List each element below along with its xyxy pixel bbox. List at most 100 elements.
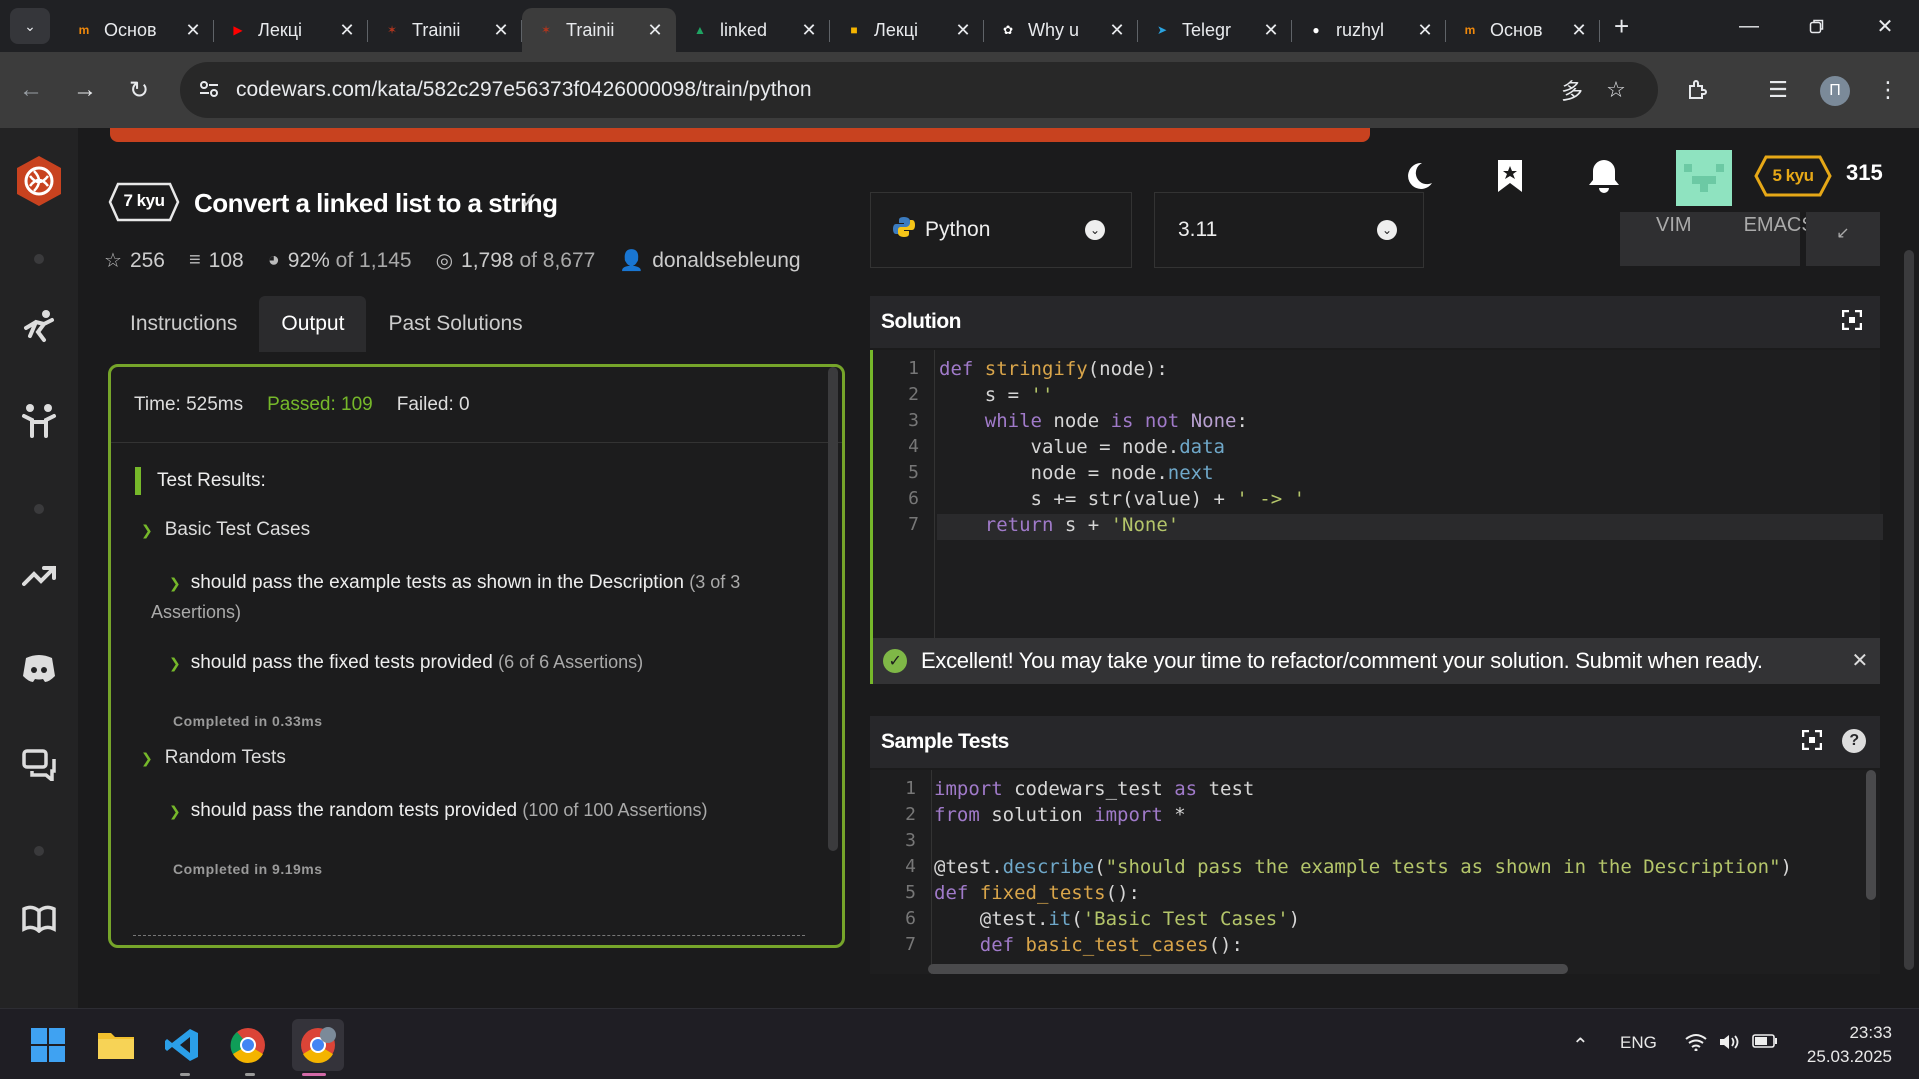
language-select[interactable]: Python ⌄ bbox=[870, 192, 1132, 268]
fullscreen-icon[interactable] bbox=[1841, 309, 1863, 336]
tab-output[interactable]: Output bbox=[259, 296, 367, 352]
fullscreen-icon[interactable] bbox=[1801, 729, 1823, 756]
address-bar[interactable]: codewars.com/kata/582c297e56373f04260000… bbox=[180, 62, 1658, 118]
tray-overflow-chevron-icon[interactable]: ⌃ bbox=[1572, 1033, 1589, 1058]
leaderboards-icon[interactable] bbox=[18, 554, 60, 596]
author-link[interactable]: 👤 donaldsebleung bbox=[619, 248, 800, 273]
browser-tab[interactable]: m Основ ✕ bbox=[1446, 8, 1600, 52]
notifications-bell-icon[interactable] bbox=[1584, 156, 1624, 196]
close-tab-icon[interactable]: ✕ bbox=[954, 20, 972, 41]
discord-icon[interactable] bbox=[18, 648, 60, 690]
bookmark-star-icon[interactable]: ☆ bbox=[1598, 72, 1634, 108]
collapse-button[interactable]: ↙ bbox=[1806, 212, 1880, 266]
user-avatar[interactable] bbox=[1676, 150, 1732, 206]
site-info-icon[interactable] bbox=[198, 78, 220, 105]
tab-instructions[interactable]: Instructions bbox=[108, 296, 259, 352]
back-button[interactable]: ← bbox=[8, 67, 54, 113]
test-item[interactable]: ❯ should pass the example tests as shown … bbox=[169, 567, 799, 598]
chrome-profile-icon[interactable] bbox=[292, 1019, 344, 1071]
browser-tab[interactable]: ➤ Telegr ✕ bbox=[1138, 8, 1292, 52]
tab-past-solutions[interactable]: Past Solutions bbox=[366, 296, 544, 352]
rank-badge[interactable]: 5 kyu bbox=[1754, 154, 1832, 198]
close-tab-icon[interactable]: ✕ bbox=[800, 20, 818, 41]
dark-mode-moon-icon[interactable] bbox=[1398, 156, 1438, 196]
version-select[interactable]: 3.11 ⌄ bbox=[1154, 192, 1424, 268]
chrome-icon[interactable] bbox=[226, 1023, 270, 1067]
start-windows-icon[interactable] bbox=[26, 1023, 70, 1067]
extensions-icon[interactable] bbox=[1680, 72, 1716, 108]
test-group-basic[interactable]: ❯ Basic Test Cases bbox=[141, 519, 310, 541]
file-explorer-icon[interactable] bbox=[94, 1023, 138, 1067]
help-icon[interactable]: ? bbox=[1842, 729, 1866, 753]
browser-tab[interactable]: m Основ ✕ bbox=[60, 8, 214, 52]
close-tab-icon[interactable]: ✕ bbox=[1262, 20, 1280, 41]
sample-tests-editor[interactable]: 1 2 3 4 5 6 7 import codewars_test as te… bbox=[870, 770, 1880, 974]
codewars-logo-icon[interactable] bbox=[12, 154, 66, 208]
test-group-random[interactable]: ❯ Random Tests bbox=[141, 747, 286, 769]
close-tab-icon[interactable]: ✕ bbox=[338, 20, 356, 41]
page-scrollbar[interactable] bbox=[1904, 250, 1914, 970]
chevron-right-icon: ❯ bbox=[169, 803, 181, 819]
close-tab-icon[interactable]: ✕ bbox=[184, 20, 202, 41]
forward-button[interactable]: → bbox=[62, 67, 108, 113]
browser-tab[interactable]: ✶ Trainii ✕ bbox=[368, 8, 522, 52]
collections-stat[interactable]: ≡ 108 bbox=[189, 249, 244, 273]
practice-icon[interactable] bbox=[18, 306, 60, 348]
minimize-button[interactable]: — bbox=[1716, 0, 1782, 52]
telegram-icon: ➤ bbox=[1156, 23, 1168, 37]
stars-stat[interactable]: ☆ 256 bbox=[104, 248, 165, 273]
solution-header: Solution bbox=[870, 296, 1880, 348]
input-language[interactable]: ENG bbox=[1620, 1033, 1657, 1053]
browser-tab[interactable]: ✶ Trainii ✕ bbox=[522, 8, 676, 52]
close-tab-icon[interactable]: ✕ bbox=[1416, 20, 1434, 41]
emacs-mode-button[interactable]: EMACS bbox=[1744, 214, 1815, 237]
horizontal-scrollbar[interactable] bbox=[928, 964, 1568, 974]
translate-icon[interactable]: 多 bbox=[1554, 72, 1590, 108]
close-window-button[interactable]: ✕ bbox=[1852, 0, 1918, 52]
panel-tabs: Instructions Output Past Solutions bbox=[108, 296, 545, 352]
output-scrollbar[interactable] bbox=[828, 367, 838, 851]
profile-avatar[interactable]: П bbox=[1820, 76, 1850, 106]
kata-stats: ☆ 256 ≡ 108 ◕ 92% of 1,145 ◎ 1,798 of 8,677 … bbox=[104, 248, 825, 273]
browser-tab[interactable]: ■ Лекці ✕ bbox=[830, 8, 984, 52]
clock-date[interactable]: 25.03.2025 bbox=[1804, 1047, 1892, 1067]
group-completed-time: Completed in 9.19ms bbox=[173, 861, 323, 877]
vscode-icon[interactable] bbox=[160, 1023, 204, 1067]
test-item[interactable]: ❯ should pass the fixed tests provided (6… bbox=[169, 647, 799, 678]
editor-mode-buttons: VIM EMACS bbox=[1620, 212, 1815, 266]
dojo-icon[interactable] bbox=[18, 400, 60, 442]
close-notice-button[interactable]: ✕ bbox=[1852, 648, 1869, 673]
vertical-scrollbar[interactable] bbox=[1866, 770, 1876, 900]
close-tab-icon[interactable]: ✕ bbox=[646, 20, 664, 41]
reload-button[interactable]: ↻ bbox=[116, 67, 162, 113]
browser-tab[interactable]: ▲ linked ✕ bbox=[676, 8, 830, 52]
battery-icon[interactable] bbox=[1752, 1033, 1778, 1053]
tab-search-button[interactable]: ⌄ bbox=[10, 8, 50, 44]
clock-time[interactable]: 23:33 bbox=[1812, 1023, 1892, 1043]
divider bbox=[133, 935, 805, 945]
media-control-icon[interactable]: ☰ bbox=[1760, 72, 1796, 108]
line-number: 6 bbox=[908, 488, 919, 509]
restore-button[interactable] bbox=[1784, 0, 1850, 52]
browser-menu-icon[interactable]: ⋮ bbox=[1870, 72, 1906, 108]
test-item[interactable]: ❯ should pass the random tests provided (… bbox=[169, 795, 799, 826]
browser-tab[interactable]: ▶ Лекці ✕ bbox=[214, 8, 368, 52]
gauge-icon: ◕ bbox=[267, 249, 280, 271]
bookmark-icon[interactable] bbox=[1490, 156, 1530, 196]
vim-mode-button[interactable]: VIM bbox=[1656, 214, 1692, 237]
failed-count: Failed: 0 bbox=[396, 393, 470, 415]
browser-tab[interactable]: ● ruzhyl ✕ bbox=[1292, 8, 1446, 52]
browser-tab[interactable]: ✿ Why u ✕ bbox=[984, 8, 1138, 52]
wifi-icon[interactable] bbox=[1684, 1033, 1708, 1056]
volume-icon[interactable] bbox=[1718, 1033, 1740, 1056]
new-tab-button[interactable]: + bbox=[1614, 11, 1629, 42]
sample-tests-header: Sample Tests ? bbox=[870, 716, 1880, 768]
close-tab-icon[interactable]: ✕ bbox=[1108, 20, 1126, 41]
tab-title: Лекці bbox=[874, 19, 919, 40]
close-tab-icon[interactable]: ✕ bbox=[492, 20, 510, 41]
close-tab-icon[interactable]: ✕ bbox=[1570, 20, 1588, 41]
kata-title: Convert a linked list to a string bbox=[194, 188, 558, 218]
docs-book-icon[interactable] bbox=[18, 898, 60, 940]
discussions-icon[interactable] bbox=[18, 744, 60, 786]
solution-editor[interactable]: 1 2 3 4 5 6 7 def stringify(node): s = '… bbox=[870, 350, 1883, 638]
